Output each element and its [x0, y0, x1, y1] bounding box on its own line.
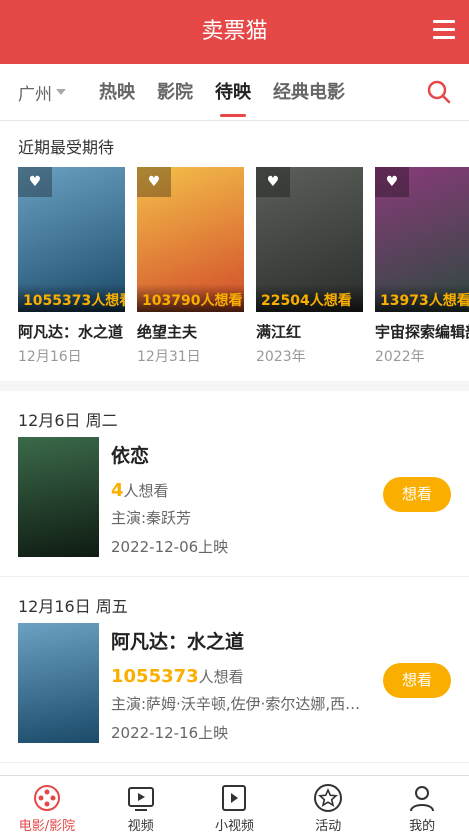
release-date-header: 12月16日 周五 [18, 597, 128, 616]
poster-image: ♥ 22504人想看 [256, 167, 363, 312]
poster-date: 2022年 [375, 349, 425, 365]
nav-mine[interactable]: 我的 [375, 776, 469, 837]
nav-activities[interactable]: 活动 [281, 776, 375, 837]
app-header: 卖票猫 [0, 0, 469, 64]
poster-date: 12月16日 [18, 349, 82, 365]
movie-title: 依恋 [111, 445, 150, 467]
nav-label: 电影/影院 [18, 819, 76, 834]
bottom-nav: 电影/影院 视频 小视频 活动 我的 [0, 775, 469, 837]
movie-cast: 主演:秦跃芳 [111, 509, 192, 527]
heart-icon[interactable]: ♥ [375, 167, 409, 197]
film-reel-icon [33, 785, 60, 811]
heart-icon[interactable]: ♥ [256, 167, 290, 197]
video-icon [127, 787, 154, 811]
want-to-watch-button[interactable]: 想看 [383, 663, 451, 698]
poster-card[interactable]: ♥ 103790人想看 绝望主夫 12月31日 [137, 167, 244, 379]
search-icon[interactable] [427, 80, 451, 104]
want-count: 13973人想看 [375, 284, 469, 312]
movie-cast: 主演:萨姆·沃辛顿,佐伊·索尔达娜,西格妮·韦弗 [111, 695, 371, 713]
want-count: 4人想看 [111, 480, 371, 501]
user-icon [410, 786, 435, 812]
want-number: 1055373 [111, 666, 199, 687]
nav-label: 活动 [315, 819, 342, 834]
movie-poster [18, 623, 99, 743]
poster-title: 宇宙探索编辑部 [375, 323, 469, 341]
movie-poster [18, 437, 99, 557]
heart-icon[interactable]: ♥ [18, 167, 52, 197]
want-to-watch-button[interactable]: 想看 [383, 477, 451, 512]
tab-now-showing[interactable]: 热映 [88, 64, 146, 121]
want-suffix: 人想看 [123, 482, 169, 500]
tab-coming-soon[interactable]: 待映 [204, 64, 262, 121]
want-number: 4 [111, 480, 124, 501]
poster-image: ♥ 13973人想看 [375, 167, 469, 312]
nav-label: 视频 [127, 819, 154, 834]
movie-list-item[interactable]: 阿凡达：水之道 1055373人想看 主演:萨姆·沃辛顿,佐伊·索尔达娜,西格妮… [0, 623, 469, 763]
tab-cinemas[interactable]: 影院 [146, 64, 204, 121]
heart-icon[interactable]: ♥ [137, 167, 171, 197]
tab-classic-movies[interactable]: 经典电影 [262, 64, 356, 121]
poster-image: ♥ 1055373人想看 [18, 167, 125, 312]
want-count: 22504人想看 [256, 284, 363, 312]
section-divider [0, 381, 469, 391]
nav-movies-cinemas[interactable]: 电影/影院 [0, 776, 94, 837]
app-title: 卖票猫 [201, 19, 268, 44]
nav-label: 小视频 [214, 819, 254, 834]
poster-title: 绝望主夫 [137, 323, 198, 341]
poster-card[interactable]: ♥ 13973人想看 宇宙探索编辑部 2022年 [375, 167, 469, 379]
expected-section-title: 近期最受期待 [18, 138, 115, 157]
poster-date: 12月31日 [137, 349, 201, 365]
want-count: 103790人想看 [137, 284, 244, 312]
nav-label: 我的 [409, 819, 436, 834]
menu-icon[interactable] [433, 20, 455, 40]
movie-title: 阿凡达：水之道 [111, 631, 245, 653]
caret-down-icon [56, 89, 66, 95]
movie-release-date: 2022-12-06上映 [111, 538, 229, 556]
nav-short-video[interactable]: 小视频 [188, 776, 282, 837]
city-selector[interactable]: 广州 [18, 80, 88, 105]
poster-card[interactable]: ♥ 22504人想看 满江红 2023年 [256, 167, 363, 379]
want-suffix: 人想看 [198, 668, 244, 686]
poster-date: 2023年 [256, 349, 306, 365]
poster-card[interactable]: ♥ 1055373人想看 阿凡达：水之道 12月16日 [18, 167, 125, 379]
poster-title: 阿凡达：水之道 [18, 323, 124, 341]
want-count: 1055373人想看 [18, 284, 125, 312]
want-count: 1055373人想看 [111, 666, 371, 687]
top-tab-bar: 广州 热映 影院 待映 经典电影 [0, 64, 469, 121]
release-date-header: 12月6日 周二 [18, 411, 118, 430]
expected-poster-list: ♥ 1055373人想看 阿凡达：水之道 12月16日 ♥ 103790人想看 … [0, 167, 469, 379]
movie-release-date: 2022-12-16上映 [111, 724, 229, 742]
poster-title: 满江红 [256, 323, 302, 341]
nav-video[interactable]: 视频 [94, 776, 188, 837]
city-label: 广州 [18, 84, 52, 105]
poster-image: ♥ 103790人想看 [137, 167, 244, 312]
short-video-icon [222, 785, 247, 811]
star-icon [314, 784, 343, 812]
movie-list-item[interactable]: 依恋 4人想看 主演:秦跃芳 2022-12-06上映 想看 [0, 437, 469, 577]
